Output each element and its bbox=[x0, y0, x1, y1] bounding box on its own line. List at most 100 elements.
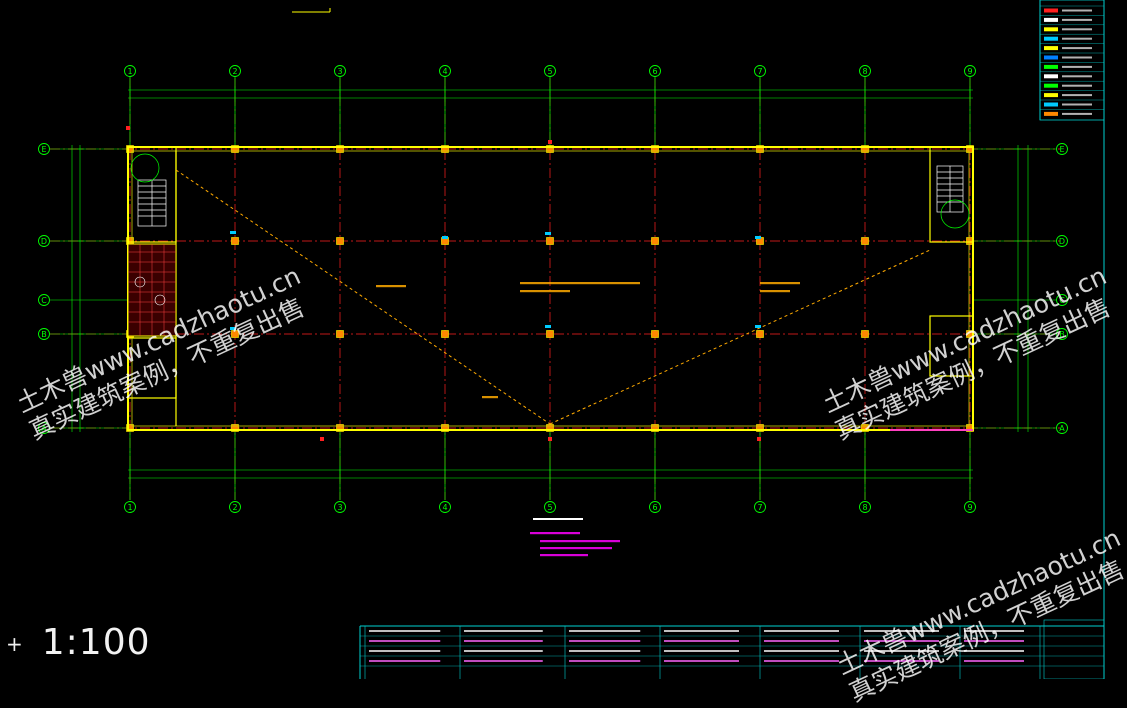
structural-column bbox=[651, 330, 659, 338]
structural-column bbox=[231, 237, 239, 245]
window-mark bbox=[755, 325, 761, 328]
legend-swatch bbox=[1044, 36, 1058, 41]
axis-label: 6 bbox=[652, 67, 657, 76]
annotation-text-stub bbox=[520, 282, 640, 285]
toilet-area bbox=[127, 243, 177, 337]
axis-label: A bbox=[41, 424, 47, 433]
annotation-mark bbox=[126, 126, 130, 130]
structural-column bbox=[546, 237, 554, 245]
axis-label: 3 bbox=[337, 67, 342, 76]
titleblock-text-stub bbox=[764, 660, 839, 662]
axis-label: C bbox=[1059, 296, 1065, 305]
legend-swatch bbox=[1044, 93, 1058, 98]
legend-text-stub bbox=[1062, 47, 1092, 50]
titleblock-text-stub bbox=[369, 660, 441, 662]
scale-label: +1:100 bbox=[6, 622, 151, 663]
legend-swatch bbox=[1044, 17, 1058, 22]
structural-column bbox=[231, 330, 239, 338]
titleblock-text-stub bbox=[464, 640, 543, 642]
axis-label: B bbox=[41, 330, 47, 339]
titleblock-text-stub bbox=[864, 660, 939, 662]
axis-label: D bbox=[1059, 237, 1065, 246]
axis-label: 1 bbox=[127, 503, 132, 512]
annotation-text-stub bbox=[760, 290, 790, 293]
titleblock-text-stub bbox=[369, 650, 441, 652]
cad-floor-plan-drawing: 1 1 2 2 3 3 4 4 5 5 6 6 7 7 8 8 9 9 E E D D C C B B A A bbox=[0, 0, 1127, 679]
annotation-text-stub bbox=[760, 282, 800, 285]
structural-column bbox=[861, 330, 869, 338]
titleblock-text-stub bbox=[764, 640, 839, 642]
scale-text: 1:100 bbox=[41, 622, 151, 663]
window-mark bbox=[545, 325, 551, 328]
axis-label: 1 bbox=[127, 67, 132, 76]
titleblock-text-stub bbox=[464, 630, 543, 632]
axis-label: 2 bbox=[232, 503, 237, 512]
crosshair-plus-icon: + bbox=[6, 632, 24, 656]
legend-text-stub bbox=[1062, 103, 1092, 106]
titleblock-text-stub bbox=[764, 650, 839, 652]
annotation-text-stub bbox=[376, 285, 406, 288]
axis-label: A bbox=[1059, 424, 1065, 433]
axis-label: 9 bbox=[967, 67, 972, 76]
axis-label: 3 bbox=[337, 503, 342, 512]
structural-column bbox=[441, 330, 449, 338]
legend-swatch bbox=[1044, 102, 1058, 107]
structural-column bbox=[756, 330, 764, 338]
legend-swatch bbox=[1044, 8, 1058, 13]
titleblock-text-stub bbox=[464, 650, 543, 652]
axis-label: 5 bbox=[547, 503, 552, 512]
drawing-background bbox=[0, 0, 1127, 679]
annotation-text-stub bbox=[540, 547, 612, 550]
window-mark bbox=[230, 231, 236, 234]
structural-column bbox=[651, 237, 659, 245]
titleblock-text-stub bbox=[664, 650, 739, 652]
titleblock-text-stub bbox=[664, 640, 739, 642]
titleblock-text-stub bbox=[569, 650, 641, 652]
titleblock-text-stub bbox=[569, 630, 641, 632]
annotation-mark bbox=[548, 140, 552, 144]
titleblock-text-stub bbox=[464, 660, 543, 662]
legend-text-stub bbox=[1062, 112, 1092, 115]
annotation-text-stub bbox=[540, 540, 620, 543]
legend-text-stub bbox=[1062, 56, 1092, 59]
annotation-mark bbox=[548, 437, 552, 441]
titleblock-text-stub bbox=[764, 630, 839, 632]
legend-swatch bbox=[1044, 111, 1058, 116]
axis-label: B bbox=[1059, 330, 1065, 339]
window-mark bbox=[442, 236, 448, 239]
legend-text-stub bbox=[1062, 75, 1092, 78]
annotation-text-stub bbox=[530, 532, 580, 535]
axis-label: 7 bbox=[757, 503, 762, 512]
structural-column bbox=[546, 330, 554, 338]
legend-swatch bbox=[1044, 83, 1058, 88]
annotation-mark bbox=[320, 437, 324, 441]
axis-label: 6 bbox=[652, 503, 657, 512]
window-mark bbox=[545, 232, 551, 235]
legend-text-stub bbox=[1062, 37, 1092, 40]
titleblock-text-stub bbox=[864, 640, 939, 642]
legend-text-stub bbox=[1062, 65, 1092, 68]
titleblock-text-stub bbox=[964, 630, 1024, 632]
legend-text-stub bbox=[1062, 94, 1092, 97]
axis-label: E bbox=[1059, 145, 1064, 154]
axis-label: 2 bbox=[232, 67, 237, 76]
axis-label: 7 bbox=[757, 67, 762, 76]
annotation-mark bbox=[757, 437, 761, 441]
axis-label: E bbox=[41, 145, 46, 154]
axis-label: 5 bbox=[547, 67, 552, 76]
titleblock-text-stub bbox=[964, 660, 1024, 662]
annotation-text-stub bbox=[482, 396, 498, 399]
titleblock-text-stub bbox=[864, 630, 939, 632]
window-mark bbox=[755, 236, 761, 239]
window-mark bbox=[230, 327, 236, 330]
legend-swatch bbox=[1044, 64, 1058, 69]
legend-text-stub bbox=[1062, 9, 1092, 12]
structural-column bbox=[861, 237, 869, 245]
legend-swatch bbox=[1044, 74, 1058, 79]
legend-swatch bbox=[1044, 46, 1058, 51]
annotation-text-stub bbox=[540, 554, 588, 557]
axis-label: 4 bbox=[442, 67, 447, 76]
titleblock-text-stub bbox=[964, 640, 1024, 642]
titleblock-text-stub bbox=[864, 650, 939, 652]
structural-column bbox=[336, 330, 344, 338]
